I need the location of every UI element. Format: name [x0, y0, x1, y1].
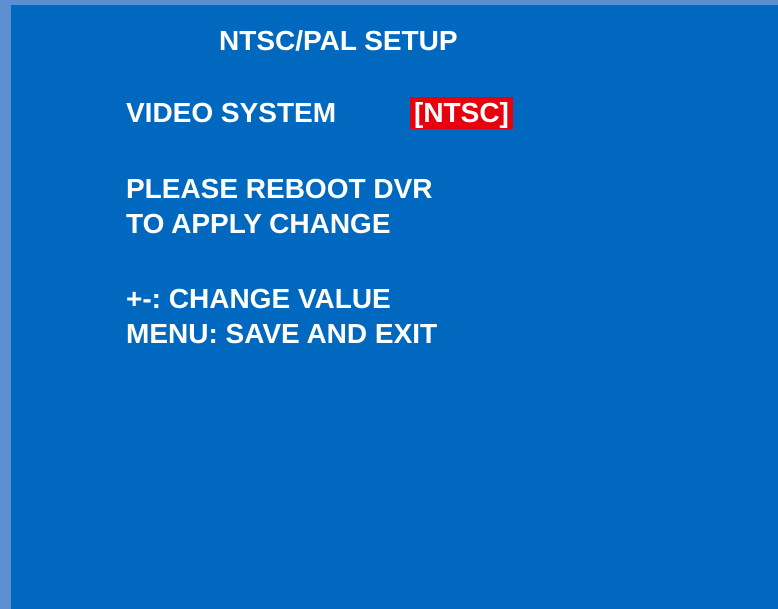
help-save-and-exit: MENU: SAVE AND EXIT [126, 318, 438, 349]
video-system-row[interactable]: VIDEO SYSTEM [NTSC] [126, 97, 513, 129]
video-system-value[interactable]: [NTSC] [410, 97, 513, 129]
page-title: NTSC/PAL SETUP [219, 25, 458, 56]
osd-setup-screen: NTSC/PAL SETUP VIDEO SYSTEM [NTSC] PLEAS… [0, 0, 778, 609]
reboot-notice-line-1: PLEASE REBOOT DVR [126, 173, 433, 204]
reboot-notice-line-2: TO APPLY CHANGE [126, 208, 391, 239]
video-system-label: VIDEO SYSTEM [126, 97, 337, 128]
help-change-value: +-: CHANGE VALUE [126, 283, 391, 314]
